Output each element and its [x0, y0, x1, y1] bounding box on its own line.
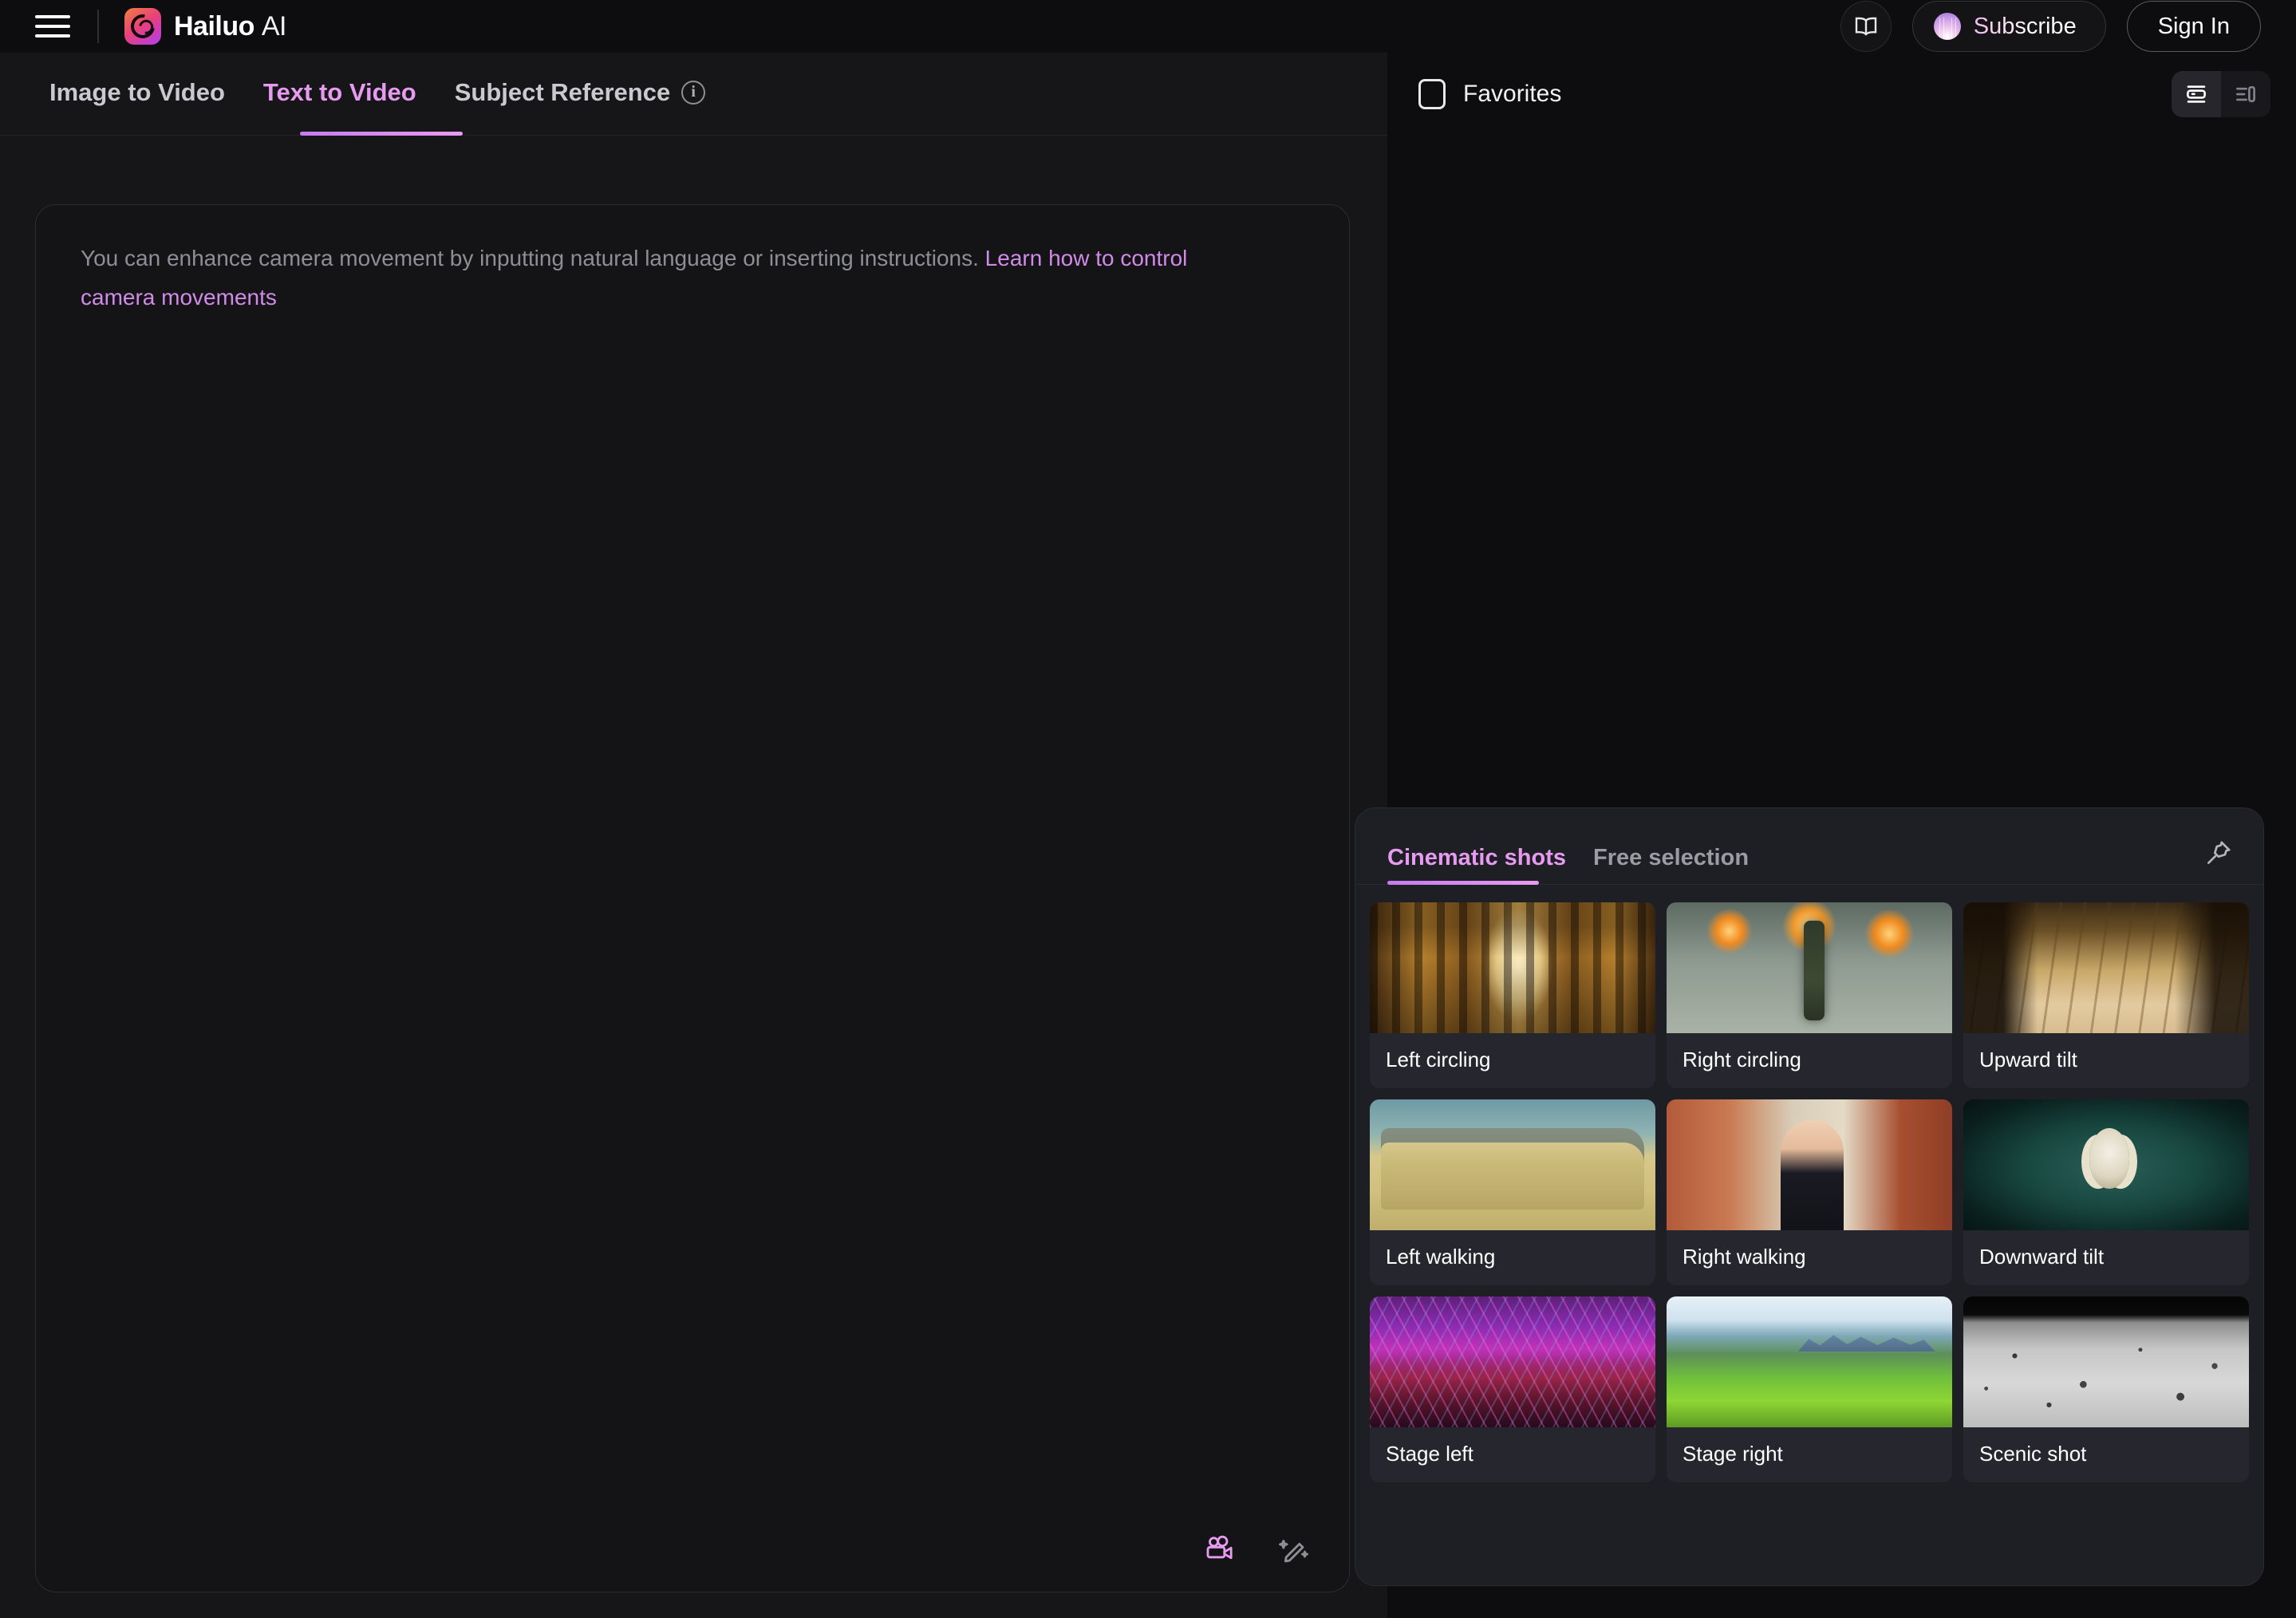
prompt-hint-text: You can enhance camera movement by input… — [81, 246, 985, 270]
shot-thumbnail — [1370, 1296, 1655, 1427]
shot-card[interactable]: Right walking — [1667, 1099, 1952, 1285]
tab-cinematic-shots[interactable]: Cinematic shots — [1387, 845, 1566, 884]
brand-suffix-text: AI — [261, 10, 287, 41]
shot-card[interactable]: Stage left — [1370, 1296, 1655, 1482]
film-camera-icon — [1206, 1535, 1233, 1560]
prompt-tools — [1204, 1533, 1311, 1565]
shot-card[interactable]: Scenic shot — [1963, 1296, 2249, 1482]
shot-thumbnail — [1370, 902, 1655, 1033]
shot-label: Upward tilt — [1979, 1048, 2077, 1071]
brand-logo-group[interactable]: Hailuo AI — [124, 8, 286, 45]
shot-thumbnail — [1963, 1296, 2249, 1427]
prompt-enhance-button[interactable] — [1279, 1533, 1311, 1565]
tab-subject-reference[interactable]: Subject Reference i — [455, 78, 706, 110]
left-pane: Image to Video Text to Video Subject Ref… — [0, 53, 1387, 1618]
subscribe-button[interactable]: Subscribe — [1911, 1, 2106, 52]
tab-subject-reference-label: Subject Reference — [454, 77, 671, 106]
list-view-icon — [2236, 85, 2255, 103]
sign-in-label: Sign In — [2157, 13, 2230, 39]
cinematic-shots-grid: Left circling Right circling Upward tilt… — [1355, 885, 2263, 1500]
active-tab-indicator — [300, 132, 463, 136]
camera-movement-button[interactable] — [1204, 1533, 1236, 1565]
sign-in-button[interactable]: Sign In — [2126, 1, 2261, 52]
shot-thumbnail — [1667, 1099, 1952, 1230]
shot-thumbnail — [1667, 902, 1952, 1033]
tab-text-to-video-label: Text to Video — [262, 77, 416, 106]
docs-button[interactable] — [1840, 1, 1892, 52]
mode-tabs: Image to Video Text to Video Subject Ref… — [0, 53, 1387, 136]
shot-label: Left walking — [1386, 1245, 1496, 1269]
list-view-button[interactable] — [2221, 71, 2270, 117]
hailuo-logo-icon — [124, 8, 161, 45]
header-actions: Subscribe Sign In — [1840, 1, 2261, 52]
brand-title: Hailuo AI — [174, 11, 286, 42]
shot-card[interactable]: Left walking — [1370, 1099, 1655, 1285]
tab-cinematic-shots-label: Cinematic shots — [1387, 845, 1566, 870]
tab-image-to-video-label: Image to Video — [49, 77, 225, 106]
brand-name-text: Hailuo — [174, 10, 254, 41]
top-bar: Hailuo AI Subscribe Sign In — [0, 0, 2296, 53]
shot-thumbnail — [1963, 1099, 2249, 1230]
card-view-icon — [2187, 85, 2206, 103]
shot-label: Left circling — [1386, 1048, 1491, 1071]
shot-card[interactable]: Left circling — [1370, 902, 1655, 1088]
book-icon — [1855, 17, 1876, 36]
prompt-hint: You can enhance camera movement by input… — [36, 205, 1249, 317]
shot-card[interactable]: Downward tilt — [1963, 1099, 2249, 1285]
shot-card[interactable]: Right circling — [1667, 902, 1952, 1088]
shots-active-tab-indicator — [1387, 881, 1539, 885]
shot-label: Right circling — [1683, 1048, 1801, 1071]
shot-label: Scenic shot — [1979, 1442, 2087, 1466]
cinematic-shots-panel: Cinematic shots Free selection Left circ… — [1355, 807, 2264, 1586]
prompt-input-box[interactable]: You can enhance camera movement by input… — [35, 204, 1350, 1592]
tab-free-selection-label: Free selection — [1593, 845, 1750, 870]
view-mode-toggle — [2172, 71, 2270, 117]
shot-label: Downward tilt — [1979, 1245, 2105, 1269]
favorites-bar: Favorites — [1388, 53, 2296, 136]
header-divider — [97, 10, 99, 43]
magic-wand-icon — [1279, 1539, 1308, 1563]
shot-thumbnail — [1667, 1296, 1952, 1427]
shot-thumbnail — [1370, 1099, 1655, 1230]
favorites-label: Favorites — [1463, 81, 1562, 107]
info-icon[interactable]: i — [681, 80, 706, 105]
shots-panel-header: Cinematic shots Free selection — [1355, 808, 2263, 885]
card-view-button[interactable] — [2172, 71, 2221, 117]
subscribe-label: Subscribe — [1973, 13, 2077, 39]
shell-icon — [1933, 13, 1961, 40]
hamburger-menu-icon[interactable] — [35, 12, 70, 41]
shot-card[interactable]: Upward tilt — [1963, 902, 2249, 1088]
tab-free-selection[interactable]: Free selection — [1593, 845, 1749, 884]
tab-image-to-video[interactable]: Image to Video — [49, 78, 225, 110]
tab-text-to-video[interactable]: Text to Video — [263, 78, 416, 110]
shot-label: Stage right — [1683, 1442, 1783, 1466]
favorites-checkbox[interactable] — [1418, 79, 1446, 109]
shot-card[interactable]: Stage right — [1667, 1296, 1952, 1482]
shot-thumbnail — [1963, 902, 2249, 1033]
shot-label: Right walking — [1683, 1245, 1806, 1269]
pin-icon — [2207, 841, 2231, 864]
shot-label: Stage left — [1386, 1442, 1473, 1466]
pin-panel-button[interactable] — [2204, 839, 2233, 871]
